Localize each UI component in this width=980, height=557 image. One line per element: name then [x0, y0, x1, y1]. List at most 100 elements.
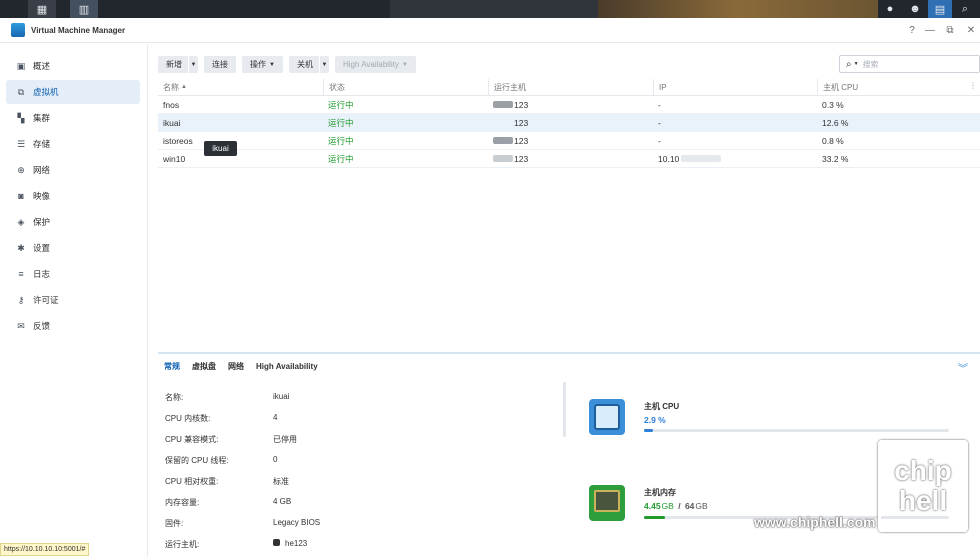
sidebar-item-storage[interactable]: ☰ 存储 [6, 132, 140, 156]
column-header-cpu[interactable]: 主机 CPU [817, 79, 970, 95]
search-icon[interactable]: ⌕ [953, 0, 977, 18]
cell-host: 123 [488, 132, 653, 149]
sidebar-item-label: 存储 [33, 139, 51, 149]
sort-asc-icon: ▲ [181, 84, 187, 90]
minimize-icon[interactable]: — [921, 18, 939, 43]
cell-status: 运行中 [328, 153, 354, 164]
sidebar-item-license[interactable]: ⚷ 许可证 [6, 288, 140, 312]
new-button-label: 新增 [166, 60, 182, 69]
new-button[interactable]: 新增 ▼ [158, 56, 198, 73]
search-icon: ⌕ [846, 58, 852, 70]
sidebar-item-label: 许可证 [33, 295, 59, 305]
vm-table: 名称 ▲ 状态 运行主机 IP 主机 CPU fnos 运行中 123 - 0.3… [158, 79, 980, 168]
host-text: 123 [514, 153, 529, 164]
chat-icon[interactable]: ● [878, 0, 902, 18]
table-header: 名称 ▲ 状态 运行主机 IP 主机 CPU [158, 79, 980, 96]
detail-value: 4 GB [273, 497, 292, 506]
vmm-taskbar-button[interactable]: ▥ [70, 0, 98, 18]
search-input[interactable]: ⌕ ▼ 搜索 [839, 55, 980, 73]
sidebar-item-label: 保护 [33, 217, 51, 227]
column-label: 主机 CPU [823, 82, 859, 92]
sidebar-item-vm[interactable]: ⧉ 虚拟机 [6, 80, 140, 104]
ha-button[interactable]: High Availability ▼ [334, 56, 416, 73]
sidebar-item-label: 集群 [33, 113, 51, 123]
sidebar-item-settings[interactable]: ✱ 设置 [6, 236, 140, 260]
cell-name: win10 [163, 153, 186, 164]
sidebar-item-network[interactable]: ⊕ 网络 [6, 158, 140, 182]
image-icon: ◙ [18, 191, 24, 201]
cell-host: 123 [488, 150, 653, 167]
desktop-taskbar: ▦ ▥ ● ☻ ▤ ⌕ [0, 0, 980, 18]
tab-virtual-disk[interactable]: 虚拟盘 [192, 361, 216, 372]
shutdown-button-label: 关机 [296, 60, 313, 69]
sidebar-item-cluster[interactable]: ▚ 集群 [6, 106, 140, 130]
overview-icon: ▣ [16, 60, 26, 71]
table-row[interactable]: istoreos 运行中 123 - 0.8 % [158, 132, 980, 150]
memory-title: 主机内存 [644, 488, 676, 497]
sidebar: ▣ 概述 ⧉ 虚拟机 ▚ 集群 ☰ 存储 ⊕ 网络 ◙ 映像 ◈ 保护 ✱ 设置 ≡ 日志 ⚷ 许可… [0, 44, 148, 557]
collapse-icon[interactable]: ︾ [958, 360, 968, 375]
caret-down-icon[interactable]: ▼ [188, 56, 198, 73]
help-icon[interactable]: ? [903, 18, 921, 43]
shutdown-button[interactable]: 关机 ▼ [288, 56, 329, 73]
detail-value: 0 [273, 455, 278, 464]
tab-high-availability[interactable]: High Availability [256, 362, 318, 371]
caret-down-icon[interactable]: ▼ [318, 56, 329, 73]
search-placeholder: 搜索 [862, 59, 879, 69]
table-row[interactable]: ikuai 运行中 123 - 12.6 % [158, 114, 980, 132]
tab-general[interactable]: 常规 [164, 361, 180, 372]
redacted-mark [273, 539, 280, 546]
detail-value: Legacy BIOS [273, 518, 321, 527]
key-icon: ⚷ [17, 294, 25, 305]
column-header-status[interactable]: 状态 [323, 79, 488, 95]
detail-value: he123 [285, 539, 308, 548]
cell-ip: - [658, 99, 661, 110]
detail-key: 运行主机: [165, 540, 200, 549]
memory-usage-fill [644, 516, 666, 519]
cell-name: ikuai [163, 117, 181, 128]
column-label: 运行主机 [494, 82, 526, 92]
column-header-name[interactable]: 名称 ▲ [158, 79, 323, 95]
host-text: 123 [514, 99, 529, 110]
sidebar-item-label: 概述 [33, 61, 51, 71]
action-button[interactable]: 操作 ▼ [242, 56, 283, 73]
sidebar-item-log[interactable]: ≡ 日志 [6, 262, 140, 286]
column-menu-icon[interactable]: ⋮ [969, 81, 977, 90]
sidebar-item-feedback[interactable]: ✉ 反馈 [6, 314, 140, 338]
detail-key: CPU 相对权重: [165, 477, 219, 486]
storage-icon: ☰ [16, 138, 26, 149]
sidebar-item-label: 映像 [33, 191, 51, 201]
table-row[interactable]: win10 运行中 123 10.10 33.2 % [158, 150, 980, 168]
connect-button[interactable]: 连接 [204, 56, 236, 73]
watermark-url: www.chiphell.com [754, 514, 876, 530]
tab-network[interactable]: 网络 [228, 361, 244, 372]
column-header-ip[interactable]: IP [653, 79, 817, 95]
detail-value: ikuai [273, 392, 290, 401]
close-icon[interactable]: ✕ [962, 18, 980, 43]
caret-down-icon: ▼ [853, 61, 859, 67]
memory-separator: / [678, 501, 681, 511]
user-icon[interactable]: ☻ [903, 0, 927, 18]
redacted-mark [493, 119, 513, 126]
detail-key: 名称: [165, 393, 184, 402]
column-label: IP [659, 82, 667, 92]
memory-icon [589, 485, 625, 521]
detail-value: 4 [273, 413, 278, 422]
restore-icon[interactable]: ⧉ [941, 18, 959, 43]
redacted-mark [681, 155, 722, 162]
cpu-value: 2.9 % [644, 415, 666, 425]
sidebar-item-image[interactable]: ◙ 映像 [6, 184, 140, 208]
table-row[interactable]: fnos 运行中 123 - 0.3 % [158, 96, 980, 114]
cell-status: 运行中 [328, 99, 354, 110]
cpu-title: 主机 CPU [644, 402, 680, 411]
shield-icon: ◈ [17, 216, 25, 227]
sidebar-item-protection[interactable]: ◈ 保护 [6, 210, 140, 234]
detail-row: 保留的 CPU 线程: 0 [165, 455, 277, 467]
detail-key: CPU 内核数: [165, 414, 211, 423]
cpu-usage-fill [644, 429, 654, 432]
column-header-host[interactable]: 运行主机 [488, 79, 653, 95]
sidebar-item-overview[interactable]: ▣ 概述 [6, 54, 140, 78]
widgets-icon[interactable]: ▤ [928, 0, 952, 18]
ip-text: 10.10 [658, 153, 680, 164]
main-menu-button[interactable]: ▦ [28, 0, 56, 18]
